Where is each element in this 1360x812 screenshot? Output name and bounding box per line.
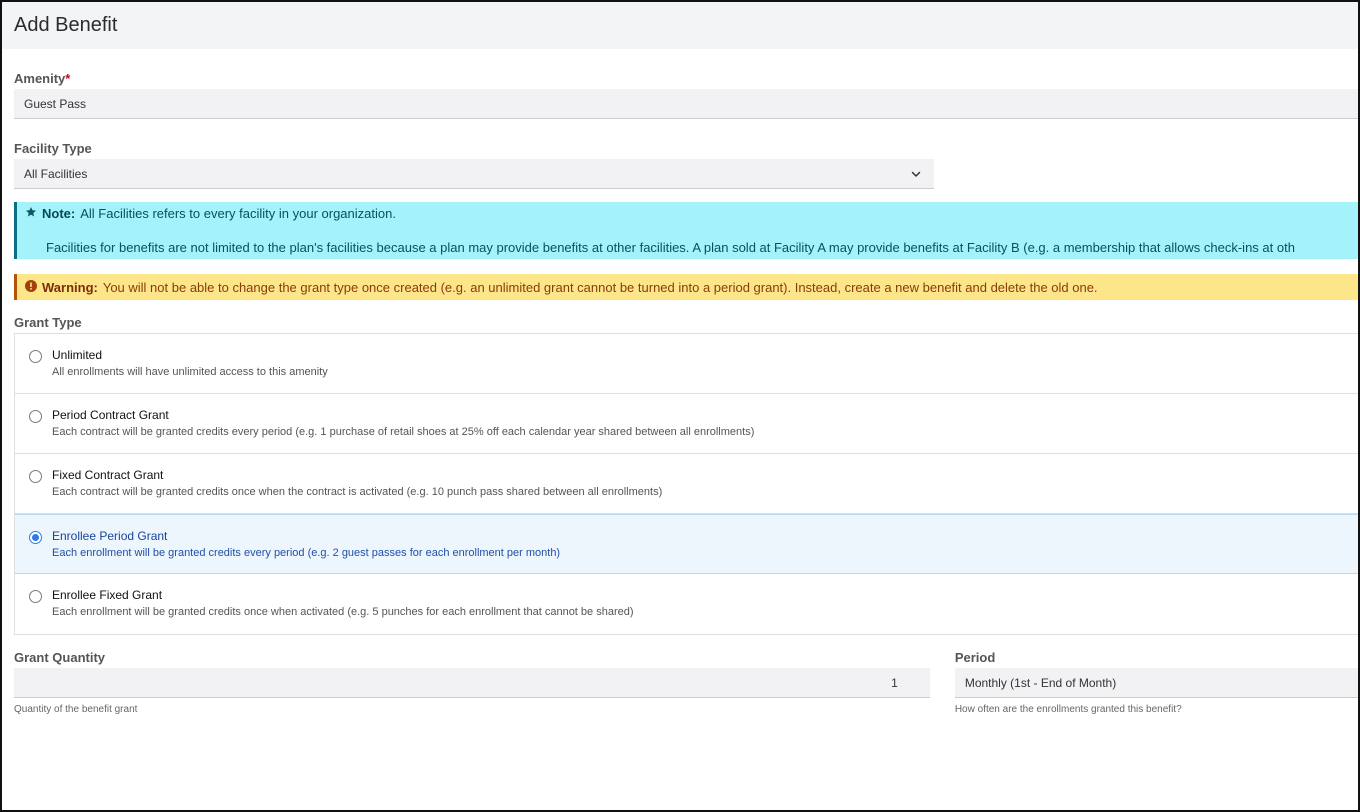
radio-button[interactable] <box>29 410 42 423</box>
amenity-input[interactable]: Guest Pass <box>14 89 1358 119</box>
period-select[interactable]: Monthly (1st - End of Month) <box>954 668 1358 698</box>
radio-button-selected[interactable] <box>29 531 42 544</box>
facility-type-label: Facility Type <box>14 141 92 156</box>
radio-button[interactable] <box>29 470 42 483</box>
note-line2: Facilities for benefits are not limited … <box>46 240 1295 255</box>
grant-option-enrollee-period[interactable]: Enrollee Period Grant Each enrollment wi… <box>15 514 1358 574</box>
star-icon <box>25 206 37 221</box>
period-label: Period <box>954 650 996 665</box>
page-header: Add Benefit <box>2 2 1358 49</box>
period-help: How often are the enrollments granted th… <box>954 704 1182 715</box>
option-description: Each contract will be granted credits ev… <box>52 426 755 438</box>
amenity-label: Amenity* <box>14 71 1358 86</box>
option-description: Each contract will be granted credits on… <box>52 486 663 498</box>
period-group: Period Monthly (1st - End of Month) How … <box>954 635 1358 715</box>
grant-option-enrollee-fixed[interactable]: Enrollee Fixed Grant Each enrollment wil… <box>15 574 1358 634</box>
option-description: Each enrollment will be granted credits … <box>52 606 634 618</box>
warning-text: You will not be able to change the grant… <box>102 279 1098 295</box>
grant-quantity-input[interactable]: 1 <box>14 668 930 698</box>
exclamation-circle-icon <box>25 279 37 295</box>
amenity-label-text: Amenity <box>14 71 66 86</box>
amenity-value: Guest Pass <box>24 96 87 111</box>
option-title: Enrollee Fixed Grant <box>52 588 163 602</box>
required-mark: * <box>65 71 71 86</box>
grant-quantity-label: Grant Quantity <box>14 650 106 665</box>
radio-button[interactable] <box>29 590 42 603</box>
bottom-fields: Grant Quantity 1 Quantity of the benefit… <box>14 635 1358 715</box>
grant-type-options: Unlimited All enrollments will have unli… <box>14 333 1358 635</box>
grant-option-period-contract[interactable]: Period Contract Grant Each contract will… <box>15 394 1358 454</box>
option-description: All enrollments will have unlimited acce… <box>52 366 328 378</box>
grant-option-fixed-contract[interactable]: Fixed Contract Grant Each contract will … <box>15 454 1358 514</box>
warning-prefix: Warning: <box>42 279 98 295</box>
facility-type-value: All Facilities <box>24 166 88 181</box>
chevron-down-icon <box>910 168 922 180</box>
note-line1: All Facilities refers to every facility … <box>80 206 396 221</box>
option-title: Unlimited <box>52 348 103 362</box>
grant-quantity-value: 1 <box>891 675 898 690</box>
grant-quantity-group: Grant Quantity 1 Quantity of the benefit… <box>14 635 930 715</box>
option-description: Each enrollment will be granted credits … <box>52 547 561 559</box>
facility-type-select[interactable]: All Facilities <box>14 159 934 189</box>
option-title: Period Contract Grant <box>52 408 169 422</box>
add-benefit-window: Add Benefit Amenity* Guest Pass Facility… <box>0 0 1360 812</box>
warning-callout: Warning: You will not be able to change … <box>14 274 1358 300</box>
option-title: Enrollee Period Grant <box>52 529 168 543</box>
page-title: Add Benefit <box>14 14 118 36</box>
note-prefix: Note: <box>42 206 76 221</box>
grant-type-label: Grant Type <box>14 315 82 330</box>
form: Amenity* Guest Pass Facility Type All Fa… <box>2 71 1358 715</box>
radio-button[interactable] <box>29 350 42 363</box>
option-title: Fixed Contract Grant <box>52 468 164 482</box>
period-value: Monthly (1st - End of Month) <box>964 675 1117 690</box>
note-callout: Note: All Facilities refers to every fac… <box>14 202 1358 259</box>
grant-option-unlimited[interactable]: Unlimited All enrollments will have unli… <box>15 334 1358 394</box>
grant-quantity-help: Quantity of the benefit grant <box>14 704 138 715</box>
